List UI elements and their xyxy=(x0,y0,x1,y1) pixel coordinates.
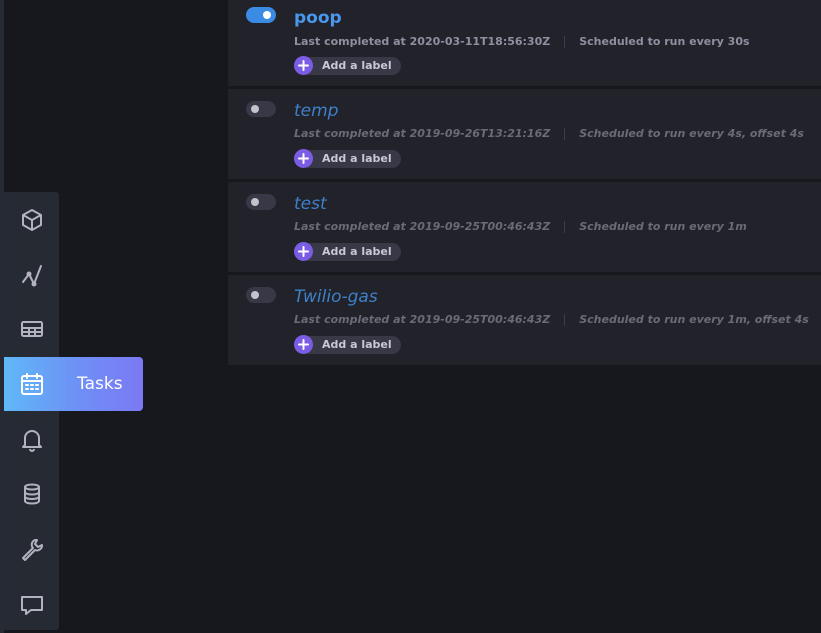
task-toggle[interactable] xyxy=(246,7,276,23)
task-card: Twilio-gas Last completed at 2019-09-25T… xyxy=(228,275,821,365)
task-toggle[interactable] xyxy=(246,194,276,210)
plus-icon xyxy=(294,149,313,168)
nav-item-settings[interactable] xyxy=(4,522,59,576)
nav-item-alerts[interactable] xyxy=(4,413,59,467)
nav-item-boards[interactable] xyxy=(4,302,59,356)
plus-icon xyxy=(294,56,313,75)
chat-icon xyxy=(20,596,43,615)
plus-icon xyxy=(294,242,313,261)
cube-icon xyxy=(21,209,42,231)
add-label-button[interactable]: Add a label xyxy=(294,335,401,354)
schedule-text: Scheduled to run every 1m, offset 4s xyxy=(579,313,809,326)
nav-item-tasks[interactable]: Tasks xyxy=(4,357,143,411)
bell-icon xyxy=(21,430,42,452)
meta-divider xyxy=(564,314,566,326)
add-label-text: Add a label xyxy=(307,149,401,168)
app-window: Tasks poop Last completed at 2020-03-11T… xyxy=(0,0,821,633)
task-toggle[interactable] xyxy=(246,287,276,303)
schedule-text: Scheduled to run every 30s xyxy=(579,35,750,48)
task-card: test Last completed at 2019-09-25T00:46:… xyxy=(228,182,821,272)
task-name-link[interactable]: test xyxy=(294,194,327,214)
task-toggle[interactable] xyxy=(246,101,276,117)
add-label-text: Add a label xyxy=(307,335,401,354)
add-label-button[interactable]: Add a label xyxy=(294,149,401,168)
task-meta: Last completed at 2019-09-26T13:21:16Z Sc… xyxy=(294,127,804,140)
wrench-icon xyxy=(21,539,43,561)
last-completed-text: Last completed at 2019-09-25T00:46:43Z xyxy=(294,313,551,326)
plus-icon xyxy=(294,335,313,354)
add-label-button[interactable]: Add a label xyxy=(294,242,401,261)
database-icon xyxy=(23,483,40,505)
task-meta: Last completed at 2020-03-11T18:56:30Z Sc… xyxy=(294,35,750,48)
meta-divider xyxy=(564,221,566,233)
toggle-knob xyxy=(263,11,271,19)
nav-item-tasks-icon-wrap xyxy=(4,371,59,397)
task-card: poop Last completed at 2020-03-11T18:56:… xyxy=(228,0,821,86)
table-icon xyxy=(20,321,43,337)
nav-item-dashboards[interactable] xyxy=(4,248,59,302)
toggle-knob xyxy=(251,291,259,299)
add-label-button[interactable]: Add a label xyxy=(294,56,401,75)
nav-item-load-data[interactable] xyxy=(4,467,59,521)
last-completed-text: Last completed at 2019-09-26T13:21:16Z xyxy=(294,127,551,140)
task-card: temp Last completed at 2019-09-26T13:21:… xyxy=(228,89,821,179)
schedule-text: Scheduled to run every 4s, offset 4s xyxy=(579,127,804,140)
meta-divider xyxy=(564,128,566,140)
nav-item-tasks-label: Tasks xyxy=(77,374,123,394)
task-name-link[interactable]: poop xyxy=(294,8,342,28)
task-name-link[interactable]: Twilio-gas xyxy=(294,287,378,307)
task-meta: Last completed at 2019-09-25T00:46:43Z Sc… xyxy=(294,220,747,233)
calendar-icon xyxy=(20,373,43,395)
toggle-knob xyxy=(251,105,259,113)
nav-item-feedback[interactable] xyxy=(4,578,59,632)
toggle-knob xyxy=(251,198,259,206)
meta-divider xyxy=(564,36,566,48)
add-label-text: Add a label xyxy=(307,242,401,261)
task-meta: Last completed at 2019-09-25T00:46:43Z Sc… xyxy=(294,313,809,326)
graph-icon xyxy=(21,265,42,287)
task-name-link[interactable]: temp xyxy=(294,101,338,121)
last-completed-text: Last completed at 2019-09-25T00:46:43Z xyxy=(294,220,551,233)
last-completed-text: Last completed at 2020-03-11T18:56:30Z xyxy=(294,35,551,48)
add-label-text: Add a label xyxy=(307,56,401,75)
nav-item-data-explorer[interactable] xyxy=(4,193,59,247)
schedule-text: Scheduled to run every 1m xyxy=(579,220,747,233)
